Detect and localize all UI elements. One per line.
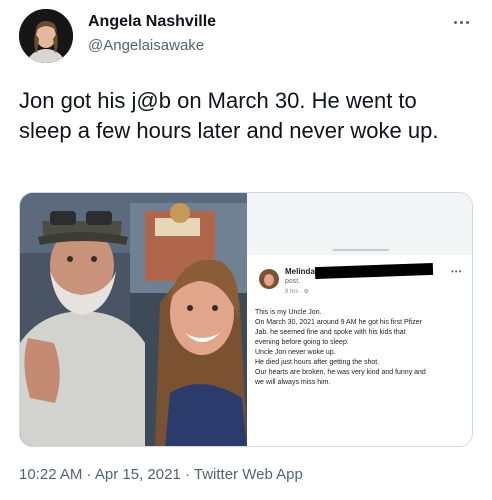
author-handle[interactable]: @Angelaisawake: [88, 37, 204, 54]
post-author-avatar: [259, 269, 279, 289]
post-divider: [333, 249, 389, 251]
tweet-source-link[interactable]: Twitter Web App: [194, 466, 303, 483]
post-subtitle: post.: [285, 278, 301, 285]
separator-dot: ·: [82, 466, 95, 483]
tweet-text: Jon got his j@b on March 30. He went to …: [19, 88, 439, 143]
tweet-timestamp-row: 10:22 AM · Apr 15, 2021 · Twitter Web Ap…: [19, 466, 303, 483]
post-line: Jab. he seemed fine and spoke with his k…: [255, 329, 406, 336]
post-line: This is my Uncle Jon.: [255, 309, 322, 316]
more-options-icon[interactable]: [447, 14, 475, 30]
post-author-name: Melinda: [285, 267, 315, 276]
tweet-media[interactable]: Melinda post. 8 hrs · ⚙ ••• This is my U…: [19, 192, 473, 447]
post-line: we will always miss him.: [255, 379, 331, 386]
post-body: This is my Uncle Jon. On March 30, 2021 …: [255, 308, 469, 388]
selfie-photo[interactable]: [20, 193, 247, 446]
user-avatar-icon: [19, 9, 73, 63]
facebook-post-screenshot: Melinda post. 8 hrs · ⚙ ••• This is my U…: [247, 193, 472, 446]
separator-dot: ·: [180, 466, 194, 483]
post-line: Our hearts are broken, he was very kind …: [255, 369, 426, 376]
post-more-icon: •••: [451, 267, 463, 276]
post-line: evening before going to sleep.: [255, 339, 349, 346]
tweet-time-link[interactable]: 10:22 AM: [19, 466, 82, 483]
author-avatar[interactable]: [19, 9, 73, 63]
author-display-name[interactable]: Angela Nashville: [88, 13, 216, 31]
post-line: On March 30, 2021 around 9 AM he got his…: [255, 319, 422, 326]
post-header-area: [247, 193, 472, 255]
post-line: Uncle Jon never woke up.: [255, 349, 336, 356]
post-line: He died just hours after getting the sho…: [255, 359, 380, 366]
tweet-card: Angela Nashville @Angelaisawake Jon got …: [0, 0, 492, 500]
post-meta: 8 hrs · ⚙: [285, 289, 310, 295]
redaction-bar: [314, 262, 434, 280]
tweet-date-link[interactable]: Apr 15, 2021: [95, 466, 181, 483]
